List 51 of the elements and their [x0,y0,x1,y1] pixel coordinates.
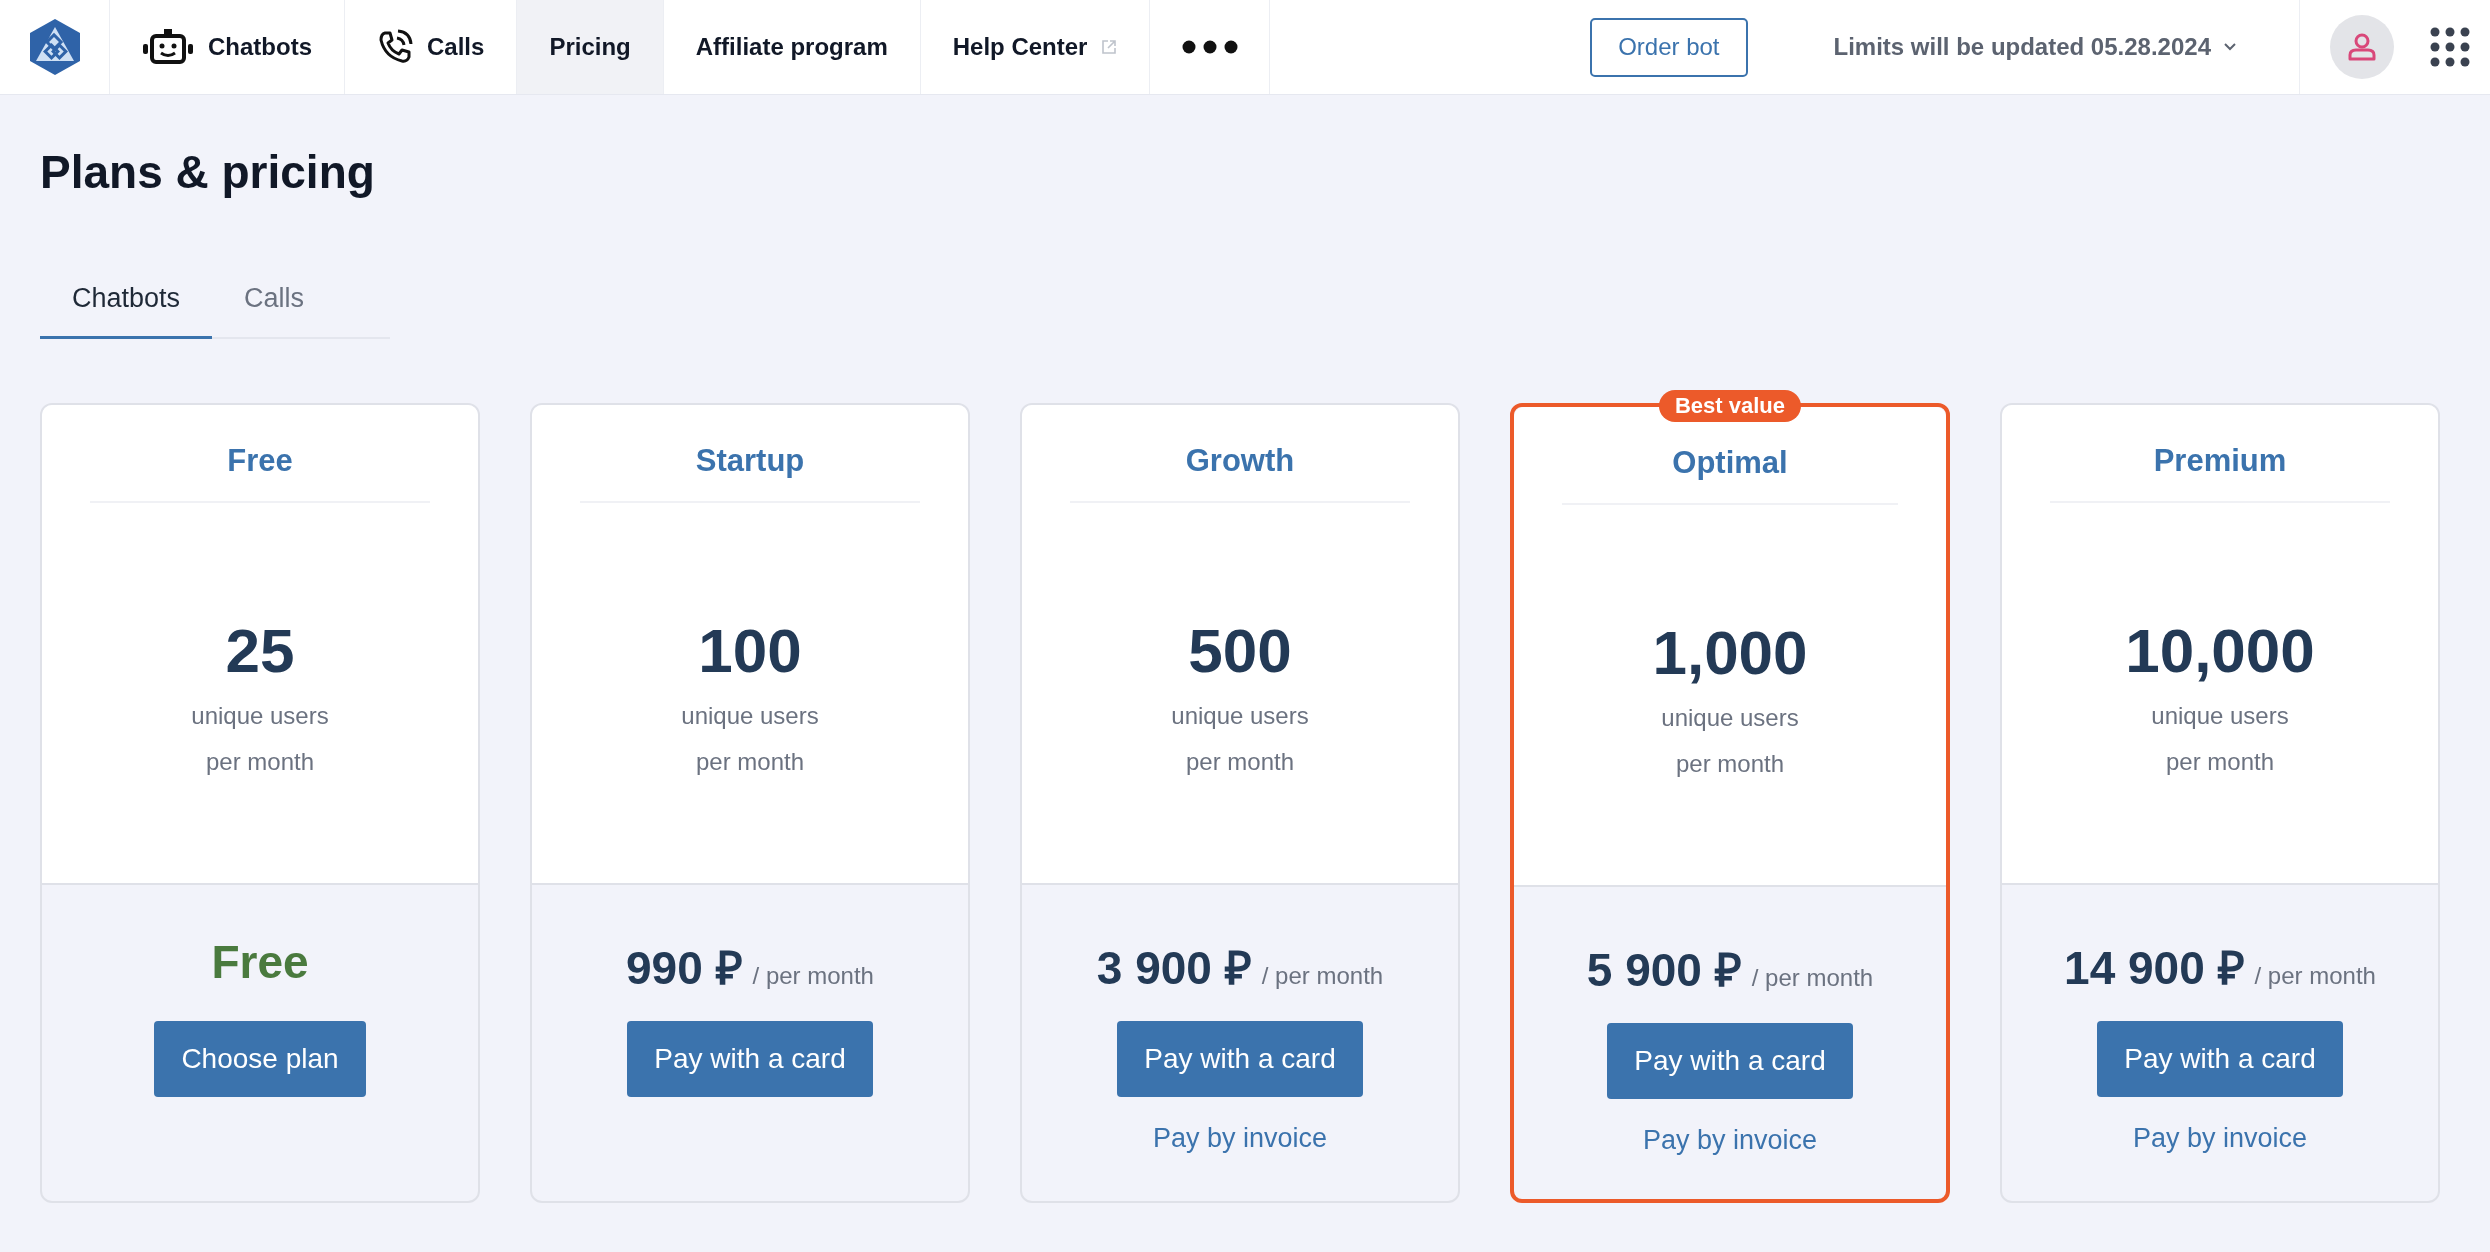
plan-tab[interactable]: Chatbots [40,283,213,339]
plan-name: Optimal [1562,445,1898,505]
plan-price: 990 ₽ [626,941,743,996]
period-label: per month [1675,750,1785,778]
phone-icon [377,29,413,65]
user-count: 500 [1188,615,1292,686]
plan-price: Free [211,935,309,989]
choose-plan-button[interactable]: Choose plan [154,1021,366,1097]
plan-price: 5 900 ₽ [1586,943,1742,998]
user-count: 10,000 [2125,615,2315,686]
invoice-link[interactable]: Pay by invoice [1152,1123,1328,1154]
invoice-link[interactable]: Pay by invoice [1642,1125,1818,1156]
users-label: unique users [191,702,329,730]
period-label: per month [2165,748,2275,776]
order-bot-button[interactable]: Order bot [1590,17,1748,77]
pay-card-button[interactable]: Pay with a card [627,1021,873,1097]
user-count: 100 [698,615,802,686]
plan-name: Growth [1070,443,1410,503]
users-label: unique users [1171,702,1309,730]
period-label: per month [1185,748,1295,776]
users-label: unique users [1661,704,1799,732]
price-period: / per month [1751,964,1874,992]
period-label: per month [205,748,315,776]
period-label: per month [695,748,805,776]
page-title: Plans & pricing [40,145,376,199]
robot-icon [142,28,194,66]
plan-tab[interactable]: Calls [212,283,337,339]
invoice-link[interactable]: Pay by invoice [2132,1123,2308,1154]
user-count: 1,000 [1652,617,1808,688]
nav-item[interactable]: Pricing [517,0,664,94]
price-period: / per month [2254,962,2376,990]
user-icon [2346,31,2378,63]
plan-price: 3 900 ₽ [1096,941,1252,996]
pay-card-button[interactable]: Pay with a card [1607,1023,1853,1099]
users-label: unique users [2151,702,2289,730]
price-period: / per month [1261,962,1384,990]
more-dots-icon [1181,40,1238,54]
price-period: / per month [752,962,874,990]
apps-grid-icon[interactable] [2430,27,2470,67]
plan-name: Startup [580,443,920,503]
users-label: unique users [681,702,819,730]
external-link-icon [1101,39,1118,55]
plan-price: 14 900 ₽ [2064,941,2245,996]
limits-dropdown[interactable]: Limits will be updated 05.28.2024 [1827,32,2243,62]
user-count: 25 [225,615,295,686]
plan-name: Free [90,443,430,503]
chevron-down-icon [2223,42,2237,52]
pay-card-button[interactable]: Pay with a card [2097,1021,2343,1097]
plan-name: Premium [2050,443,2390,503]
pay-card-button[interactable]: Pay with a card [1117,1021,1363,1097]
best-value-badge: Best value [1658,390,1802,422]
